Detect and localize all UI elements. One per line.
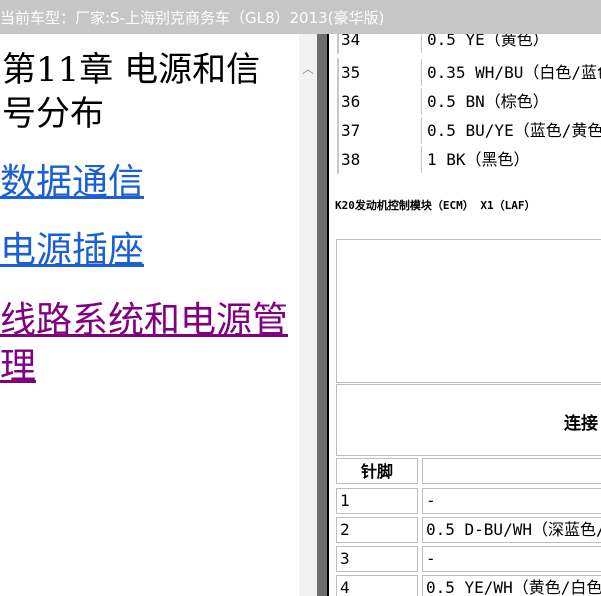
pin-number: 3 xyxy=(336,546,418,572)
wire-spec: 0.5 BN（棕色） xyxy=(427,92,549,111)
link-power-outlets[interactable]: 电源插座 xyxy=(0,228,144,274)
pane-splitter[interactable] xyxy=(317,34,327,596)
table-row: 35 0.35 WH/BU（白色/蓝色） xyxy=(337,58,601,87)
window-title: 当前车型：厂家:S-上海别克商务车（GL8）2013(豪华版) xyxy=(0,9,385,27)
wire-spec: 0.5 YE（黄色） xyxy=(427,34,549,49)
pin-number: 38 xyxy=(338,146,422,173)
connector-image-frame xyxy=(336,239,601,383)
title-bar: 当前车型：厂家:S-上海别克商务车（GL8）2013(豪华版) xyxy=(0,0,601,34)
pin-number: 1 xyxy=(336,488,418,514)
connector-info-box: 连接 xyxy=(336,384,601,456)
wire-spec: 1 BK（黑色） xyxy=(427,150,530,169)
wire-spec: 0.5 D-BU/WH（深蓝色/白色） xyxy=(422,517,601,543)
table-row: 37 0.5 BU/YE（蓝色/黄色） xyxy=(337,116,601,145)
pin-number: 4 xyxy=(336,575,418,596)
wire-spec: 0.5 YE/WH（黄色/白色） xyxy=(422,575,601,596)
chapter-title: 第11章 电源和信号分布 xyxy=(2,50,261,134)
pin-number: 36 xyxy=(338,88,422,115)
module-heading: K20发动机控制模块（ECM） X1（LAF） xyxy=(335,199,536,212)
chevron-up-icon[interactable]: ︿ xyxy=(302,60,314,77)
link-wiring-power-management[interactable]: 线路系统和电源管理 xyxy=(0,298,295,390)
navigation-scrollbar[interactable]: ︿ xyxy=(299,34,317,596)
content-pane: 34 0.5 YE（黄色） 35 0.35 WH/BU（白色/蓝色） 36 0.… xyxy=(327,34,601,596)
pin-column-header: 针脚 xyxy=(336,458,418,484)
pin-number: 34 xyxy=(338,34,422,53)
table-row: 36 0.5 BN（棕色） xyxy=(337,87,549,116)
wire-spec: 0.35 WH/BU（白色/蓝色） xyxy=(427,63,601,82)
pin-number: 2 xyxy=(336,517,418,543)
wire-spec: 0.5 BU/YE（蓝色/黄色） xyxy=(427,121,601,140)
link-data-communication[interactable]: 数据通信 xyxy=(0,160,144,206)
pin-number: 37 xyxy=(338,117,422,144)
table-row: 38 1 BK（黑色） xyxy=(337,145,530,174)
table-row: 34 0.5 YE（黄色） xyxy=(337,34,549,54)
wire-column-header xyxy=(422,458,601,484)
wire-spec: - xyxy=(422,546,601,572)
navigation-pane: 第11章 电源和信号分布 数据通信 电源插座 线路系统和电源管理 xyxy=(0,34,299,596)
pin-number: 35 xyxy=(338,59,422,86)
pane-border xyxy=(327,34,329,596)
connector-label: 连接 xyxy=(564,414,598,434)
wire-spec: - xyxy=(422,488,601,514)
